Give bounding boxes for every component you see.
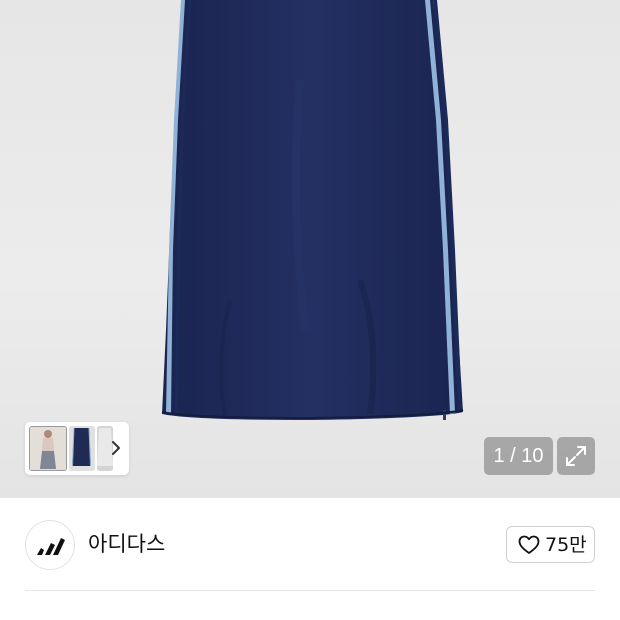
- image-counter: 1 / 10: [484, 437, 553, 475]
- thumbnail-front-view[interactable]: [69, 426, 95, 471]
- like-count: 75만: [545, 534, 587, 556]
- section-divider: [25, 590, 595, 591]
- thumbnail-model-photo[interactable]: [29, 426, 67, 471]
- expand-image-button[interactable]: [557, 437, 595, 475]
- thumbnail-strip[interactable]: [25, 422, 129, 475]
- brand-name[interactable]: 아디다스: [88, 530, 165, 558]
- adidas-logo-icon: [37, 538, 65, 555]
- brand-logo[interactable]: [25, 520, 75, 570]
- chevron-right-icon[interactable]: [109, 439, 123, 457]
- brand-row: 아디다스 75만: [0, 498, 620, 590]
- thumbnail-model-image: [30, 427, 66, 470]
- heart-outline-icon: [518, 535, 540, 554]
- expand-icon: [566, 446, 586, 466]
- thumbnail-front-image: [69, 426, 95, 471]
- product-image-gallery[interactable]: 1 / 10: [0, 0, 620, 498]
- product-detail-screen: 1 / 10 아디다스 75만: [0, 0, 620, 620]
- cut-off-content: [25, 610, 325, 620]
- like-button[interactable]: 75만: [506, 526, 595, 563]
